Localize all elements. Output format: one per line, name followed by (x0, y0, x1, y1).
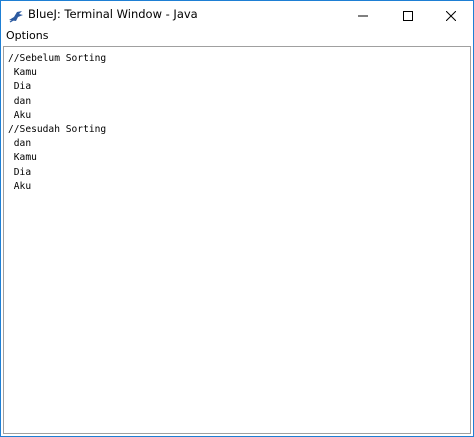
terminal-line: Dia (8, 166, 32, 178)
title-bar[interactable]: BlueJ: Terminal Window - Java (1, 1, 473, 29)
menu-options[interactable]: Options (6, 29, 48, 42)
terminal-line: //Sebelum Sorting (8, 53, 107, 64)
terminal-line: Dia (8, 81, 32, 93)
maximize-button[interactable] (385, 1, 430, 29)
window-title: BlueJ: Terminal Window - Java (28, 7, 198, 21)
menu-bar: Options (1, 29, 473, 43)
terminal-output-area[interactable]: //Sebelum Sorting Kamu Dia dan Aku //Ses… (3, 46, 471, 434)
bluej-bird-icon (8, 8, 24, 23)
terminal-line: Aku (8, 109, 32, 121)
terminal-line: //Sesudah Sorting (8, 124, 107, 136)
minimize-icon (357, 6, 368, 25)
terminal-line: dan (8, 138, 32, 150)
maximize-icon (402, 6, 413, 25)
terminal-line: Aku (8, 180, 32, 192)
terminal-window: BlueJ: Terminal Window - Java Options // (0, 0, 474, 437)
terminal-line: dan (8, 95, 32, 107)
minimize-button[interactable] (340, 1, 385, 29)
close-button[interactable] (428, 1, 473, 29)
close-icon (445, 6, 456, 25)
terminal-line: Kamu (8, 67, 37, 79)
terminal-line: Kamu (8, 152, 37, 164)
terminal-text: //Sebelum Sorting Kamu Dia dan Aku //Ses… (8, 52, 106, 194)
